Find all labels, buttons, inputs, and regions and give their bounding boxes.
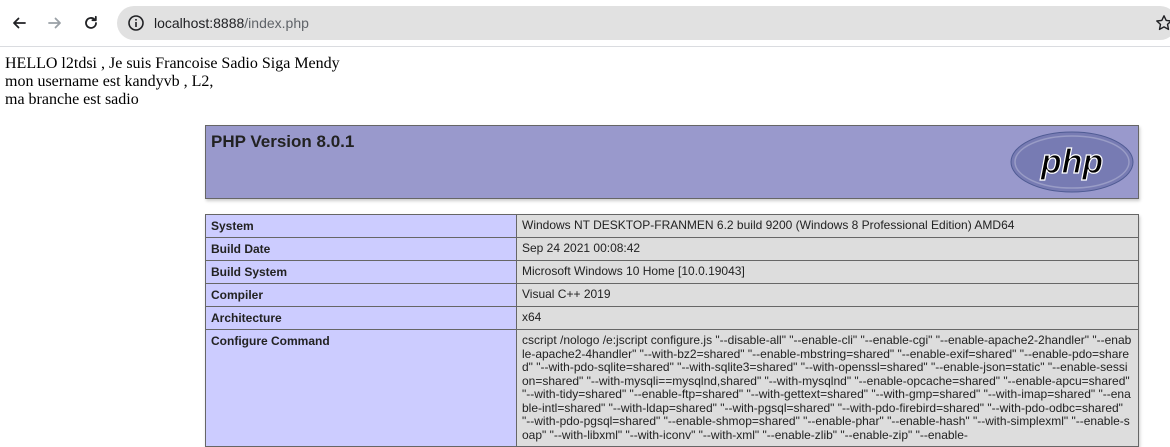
- star-icon: [1156, 15, 1170, 31]
- info-row-value: Sep 24 2021 00:08:42: [516, 237, 1139, 261]
- info-row-value: Microsoft Windows 10 Home [10.0.19043]: [516, 260, 1139, 284]
- info-row: Build Date Sep 24 2021 00:08:42: [205, 237, 1139, 261]
- php-logo[interactable]: php: [1010, 131, 1134, 193]
- forward-arrow-icon: [48, 17, 61, 29]
- info-row: Architecture x64: [205, 306, 1139, 330]
- site-info-button[interactable]: [125, 12, 147, 34]
- info-row-label: System: [205, 214, 517, 238]
- info-icon: [128, 15, 144, 31]
- address-bar[interactable]: localhost:8888/index.php: [117, 6, 1170, 40]
- php-version-header: PHP Version 8.0.1 php: [205, 125, 1139, 199]
- back-arrow-icon: [13, 17, 26, 29]
- info-row-value: Visual C++ 2019: [516, 283, 1139, 307]
- info-row-value: x64: [516, 306, 1139, 330]
- greeting-text: HELLO l2tdsi , Je suis Francoise Sadio S…: [5, 55, 340, 109]
- info-row-label: Architecture: [205, 306, 517, 330]
- url-host: localhost:8888: [154, 15, 245, 31]
- forward-button[interactable]: [43, 11, 67, 35]
- bookmark-button[interactable]: [1154, 13, 1170, 33]
- info-row-label: Build System: [205, 260, 517, 284]
- info-row: Configure Command cscript /nologo /e:jscr…: [205, 329, 1139, 447]
- back-button[interactable]: [7, 11, 31, 35]
- info-row: Compiler Visual C++ 2019: [205, 283, 1139, 307]
- info-row-label: Configure Command: [205, 329, 517, 447]
- greeting-line-2: mon username est kandyvb , L2,: [5, 73, 214, 90]
- url-text[interactable]: localhost:8888/index.php: [154, 15, 309, 31]
- reload-button[interactable]: [79, 11, 103, 35]
- php-info-table: System Windows NT DESKTOP-FRANMEN 6.2 bui…: [205, 214, 1139, 447]
- reload-icon: [85, 15, 97, 29]
- info-row-value: cscript /nologo /e:jscript configure.js …: [516, 329, 1139, 447]
- info-row: Build System Microsoft Windows 10 Home [1…: [205, 260, 1139, 284]
- browser-toolbar: localhost:8888/index.php: [0, 0, 1170, 47]
- greeting-line-3: ma branche est sadio: [5, 91, 139, 108]
- url-path: /index.php: [244, 15, 309, 31]
- greeting-line-1: HELLO l2tdsi , Je suis Francoise Sadio S…: [5, 55, 340, 72]
- php-version-title: PHP Version 8.0.1: [211, 132, 355, 151]
- php-logo-text: php: [1040, 143, 1103, 181]
- info-row-value: Windows NT DESKTOP-FRANMEN 6.2 build 920…: [516, 214, 1139, 238]
- info-row: System Windows NT DESKTOP-FRANMEN 6.2 bui…: [205, 214, 1139, 238]
- info-row-label: Compiler: [205, 283, 517, 307]
- info-row-label: Build Date: [205, 237, 517, 261]
